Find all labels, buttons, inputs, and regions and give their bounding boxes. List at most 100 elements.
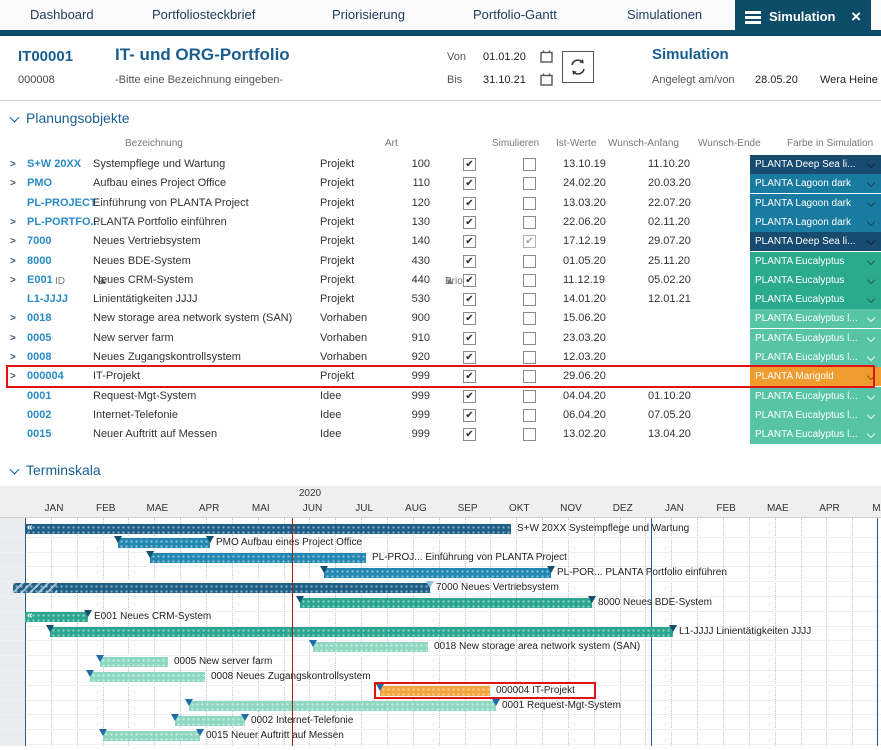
simulieren-checkbox[interactable]: ✔ [463,235,476,248]
wunsch-anfang-field[interactable]: 04.04.20 [563,387,606,406]
farbe-dropdown[interactable]: PLANTA Eucalyptus l... [750,387,881,406]
gantt-bar[interactable] [313,642,428,652]
farbe-dropdown[interactable]: PLANTA Lagoon dark [750,194,881,213]
farbe-dropdown[interactable]: PLANTA Deep Sea li... [750,232,881,251]
row-expander[interactable]: > [10,367,16,386]
bis-date-field[interactable]: 31.10.21 [483,74,526,86]
tab-simulation[interactable]: Simulation × [735,0,871,36]
gantt-bar[interactable] [324,568,551,578]
gantt-bar[interactable] [118,538,210,548]
wunsch-ende-field[interactable]: 13.04.20 [648,425,691,444]
simulieren-checkbox[interactable]: ✔ [463,312,476,325]
col-header-wunsch-anfang[interactable]: Wunsch-Anfang [608,138,679,149]
collapse-chevron-icon[interactable] [10,466,20,476]
wunsch-ende-field[interactable]: 22.07.20 [648,194,691,213]
wunsch-anfang-field[interactable]: 11.12.19 [563,271,605,290]
col-header-wunsch-ende[interactable]: Wunsch-Ende [698,138,761,149]
wunsch-anfang-field[interactable]: 15.06.20 [563,309,606,328]
simulieren-checkbox[interactable]: ✔ [463,390,476,403]
row-id-link[interactable]: 0015 [27,425,51,444]
row-expander[interactable]: > [10,271,16,290]
ist-werte-checkbox[interactable] [523,409,536,422]
col-header-bezeichnung[interactable]: Bezeichnung [125,138,183,149]
wunsch-ende-field[interactable]: 11.10.20 [648,155,690,174]
gantt-bar[interactable]: « [25,524,511,534]
wunsch-anfang-field[interactable]: 29.06.20 [563,367,606,386]
wunsch-anfang-field[interactable]: 12.03.20 [563,348,606,367]
refresh-button[interactable] [562,51,594,83]
wunsch-anfang-field[interactable]: 17.12.19 [563,232,606,251]
farbe-dropdown[interactable]: PLANTA Eucalyptus l... [750,425,881,444]
farbe-dropdown[interactable]: PLANTA Deep Sea li... [750,155,881,174]
row-id-link[interactable]: E001 [27,271,53,290]
wunsch-anfang-field[interactable]: 13.10.19 [563,155,606,174]
close-icon[interactable]: × [851,0,861,36]
col-header-ist-werte[interactable]: Ist-Werte [556,138,596,149]
row-expander[interactable]: > [10,329,16,348]
row-expander[interactable]: > [10,232,16,251]
row-id-link[interactable]: PMO [27,174,52,193]
portfolio-subtitle-placeholder[interactable]: -Bitte eine Bezeichnung eingeben- [115,74,283,86]
ist-werte-checkbox[interactable] [523,390,536,403]
simulieren-checkbox[interactable]: ✔ [463,255,476,268]
wunsch-ende-field[interactable]: 05.02.20 [648,271,691,290]
collapse-chevron-icon[interactable] [10,114,20,124]
col-header-farbe[interactable]: Farbe in Simulation [787,138,873,149]
simulieren-checkbox[interactable]: ✔ [463,370,476,383]
row-id-link[interactable]: 0018 [27,309,51,328]
simulieren-checkbox[interactable]: ✔ [463,428,476,441]
ist-werte-checkbox[interactable] [523,428,536,441]
farbe-dropdown[interactable]: PLANTA Lagoon dark [750,213,881,232]
calendar-icon[interactable] [540,50,553,63]
row-expander[interactable]: > [10,155,16,174]
von-date-field[interactable]: 01.01.20 [483,51,526,63]
wunsch-anfang-field[interactable]: 13.02.20 [563,425,606,444]
wunsch-anfang-field[interactable]: 14.01.20 [563,290,606,309]
simulieren-checkbox[interactable]: ✔ [463,351,476,364]
ist-werte-checkbox[interactable] [523,312,536,325]
simulieren-checkbox[interactable]: ✔ [463,158,476,171]
ist-werte-checkbox[interactable] [523,293,536,306]
row-id-link[interactable]: L1-JJJJ [27,290,68,309]
gantt-bar[interactable] [103,731,200,741]
simulieren-checkbox[interactable]: ✔ [463,409,476,422]
gantt-bar[interactable] [50,627,673,637]
wunsch-ende-field[interactable]: 20.03.20 [648,174,691,193]
farbe-dropdown[interactable]: PLANTA Eucalyptus l... [750,329,881,348]
farbe-dropdown[interactable]: PLANTA Eucalyptus [750,290,881,309]
gantt-bar[interactable] [13,583,430,593]
wunsch-ende-field[interactable]: 01.10.20 [648,387,691,406]
ist-werte-checkbox[interactable] [523,332,536,345]
nav-item-portfolio-gantt[interactable]: Portfolio-Gantt [473,0,557,30]
row-id-link[interactable]: PL-PORTFO... [27,213,100,232]
farbe-dropdown[interactable]: PLANTA Eucalyptus [750,271,881,290]
simulieren-checkbox[interactable]: ✔ [463,197,476,210]
hamburger-menu-icon[interactable] [745,11,761,24]
simulieren-checkbox[interactable]: ✔ [463,293,476,306]
nav-item-dashboard[interactable]: Dashboard [30,0,94,30]
row-id-link[interactable]: 0005 [27,329,51,348]
farbe-dropdown[interactable]: PLANTA Marigold [750,367,881,386]
gantt-bar[interactable] [300,598,592,608]
nav-item-simulationen[interactable]: Simulationen [627,0,702,30]
ist-werte-checkbox[interactable]: ✔ [523,235,536,248]
row-expander[interactable]: > [10,348,16,367]
row-expander[interactable]: > [10,309,16,328]
gantt-bar[interactable] [150,553,366,563]
simulieren-checkbox[interactable]: ✔ [463,332,476,345]
gantt-bar[interactable] [90,672,205,682]
ist-werte-checkbox[interactable] [523,177,536,190]
wunsch-anfang-field[interactable]: 01.05.20 [563,252,606,271]
farbe-dropdown[interactable]: PLANTA Eucalyptus l... [750,309,881,328]
row-expander[interactable]: > [10,252,16,271]
simulieren-checkbox[interactable]: ✔ [463,274,476,287]
ist-werte-checkbox[interactable] [523,158,536,171]
gantt-bar[interactable]: « [25,612,88,622]
gantt-bar[interactable] [380,686,490,696]
farbe-dropdown[interactable]: PLANTA Eucalyptus l... [750,348,881,367]
wunsch-ende-field[interactable]: 12.01.21 [648,290,691,309]
row-id-link[interactable]: 0002 [27,406,51,425]
row-id-link[interactable]: S+W 20XX [27,155,81,174]
row-expander[interactable]: > [10,213,16,232]
calendar-icon[interactable] [540,73,553,86]
